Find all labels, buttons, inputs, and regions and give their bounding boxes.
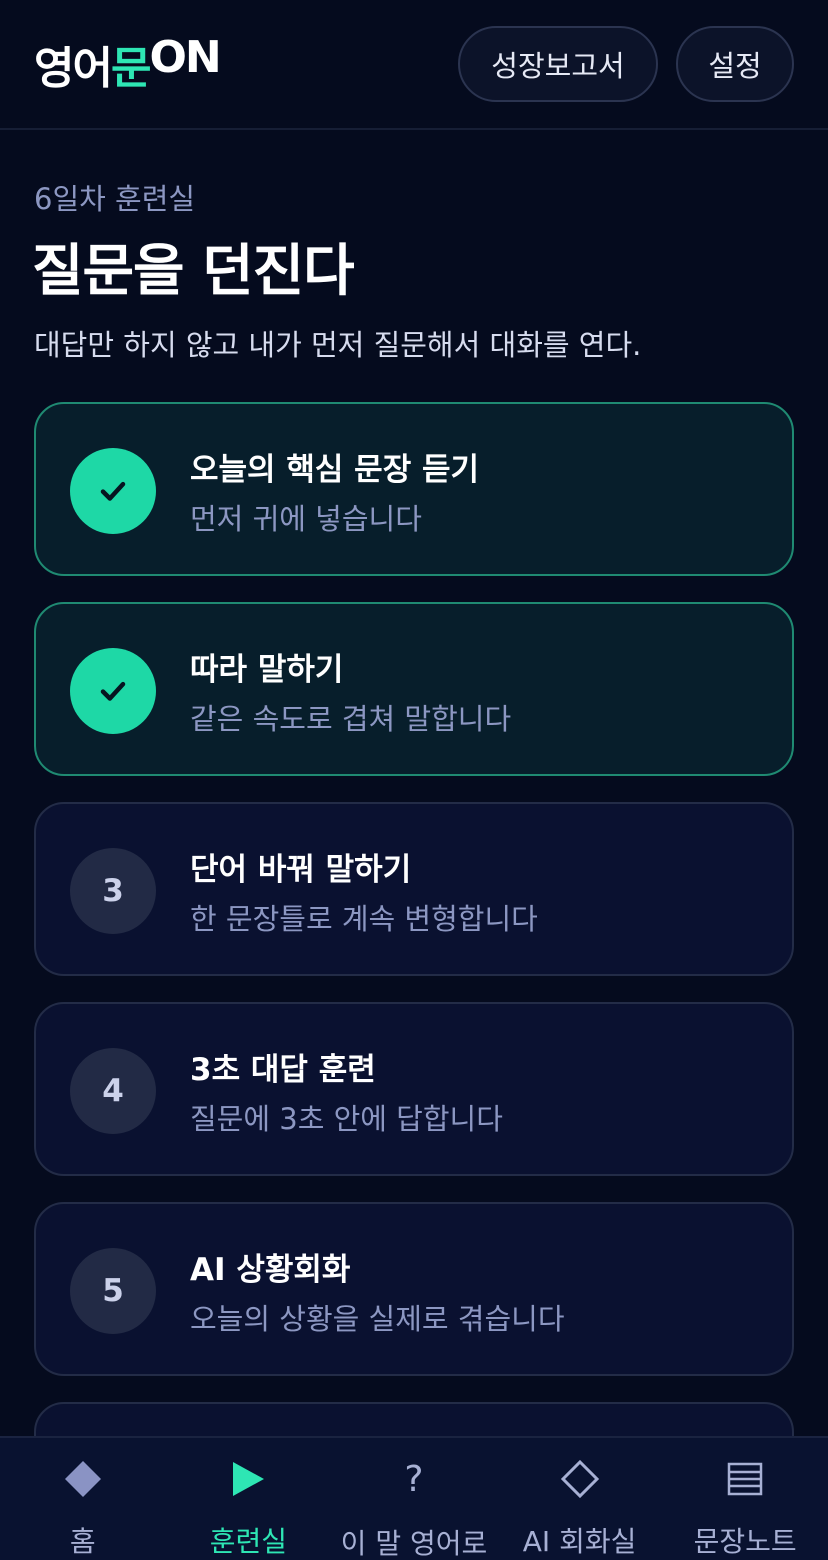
step-subtitle: 한 문장틀로 계속 변형합니다 [190, 902, 538, 936]
step-number-badge: 3 [70, 848, 156, 934]
growth-report-button[interactable]: 성장보고서 [458, 26, 658, 102]
nav-label: 훈련실 [209, 1525, 288, 1558]
nav-item-training[interactable]: 훈련실 [166, 1438, 332, 1560]
training-step-2[interactable]: 따라 말하기 같은 속도로 겹쳐 말합니다 [34, 602, 794, 776]
bottom-navigation: 홈 훈련실 ? 이 말 영어로 AI 회화실 문장노트 [0, 1436, 828, 1560]
nav-item-ai-conversation[interactable]: AI 회화실 [497, 1438, 663, 1560]
check-icon [100, 681, 126, 701]
training-step-4[interactable]: 4 3초 대답 훈련 질문에 3초 안에 답합니다 [34, 1002, 794, 1176]
step-subtitle: 먼저 귀에 넣습니다 [190, 502, 422, 536]
check-icon [100, 481, 126, 501]
step-title: 단어 바꿔 말하기 [190, 852, 412, 888]
step-title: AI 상황회화 [190, 1252, 351, 1288]
training-step-5[interactable]: 5 AI 상황회화 오늘의 상황을 실제로 겪습니다 [34, 1202, 794, 1376]
diamond-filled-icon [63, 1458, 103, 1500]
step-subtitle: 같은 속도로 겹쳐 말합니다 [190, 702, 512, 736]
step-title: 3초 대답 훈련 [190, 1052, 376, 1088]
settings-button[interactable]: 설정 [676, 26, 794, 102]
nav-item-sentence-notes[interactable]: 문장노트 [662, 1438, 828, 1560]
step-title: 따라 말하기 [190, 652, 344, 688]
page-title: 질문을 던진다 [32, 239, 355, 304]
step-number-badge: 4 [70, 1048, 156, 1134]
nav-label: 홈 [69, 1525, 96, 1558]
step-subtitle: 질문에 3초 안에 답합니다 [190, 1102, 503, 1136]
step-subtitle: 오늘의 상황을 실제로 겪습니다 [190, 1302, 565, 1336]
diamond-outline-icon [560, 1458, 600, 1500]
nav-label: AI 회화실 [522, 1525, 637, 1558]
logo-text-part2: 문 [110, 43, 152, 94]
step-complete-badge [70, 648, 156, 734]
step-title: 오늘의 핵심 문장 듣기 [190, 452, 480, 488]
play-icon [230, 1458, 266, 1500]
question-icon: ? [404, 1459, 424, 1500]
page-description: 대답만 하지 않고 내가 먼저 질문해서 대화를 연다. [34, 328, 642, 362]
step-complete-badge [70, 448, 156, 534]
notebook-icon [727, 1458, 763, 1500]
nav-item-home[interactable]: 홈 [0, 1438, 166, 1560]
nav-label: 문장노트 [693, 1525, 797, 1558]
nav-item-say-in-english[interactable]: ? 이 말 영어로 [331, 1438, 497, 1560]
app-screen: 영어 문 ON 성장보고서 설정 6일차 훈련실 질문을 던진다 대답만 하지 않고… [0, 0, 828, 1560]
logo-text-part1: 영어 [34, 43, 113, 94]
training-steps-list: 오늘의 핵심 문장 듣기 먼저 귀에 넣습니다 따라 말하기 같은 속도로 겹쳐… [34, 402, 794, 1560]
training-step-1[interactable]: 오늘의 핵심 문장 듣기 먼저 귀에 넣습니다 [34, 402, 794, 576]
app-logo[interactable]: 영어 문 ON [34, 32, 222, 96]
step-number-badge: 5 [70, 1248, 156, 1334]
nav-label: 이 말 영어로 [340, 1527, 488, 1560]
day-label: 6일차 훈련실 [34, 182, 196, 216]
logo-text-part3: ON [149, 32, 221, 83]
header-actions: 성장보고서 설정 [458, 26, 794, 102]
app-header: 영어 문 ON 성장보고서 설정 [0, 0, 828, 130]
training-step-3[interactable]: 3 단어 바꿔 말하기 한 문장틀로 계속 변형합니다 [34, 802, 794, 976]
